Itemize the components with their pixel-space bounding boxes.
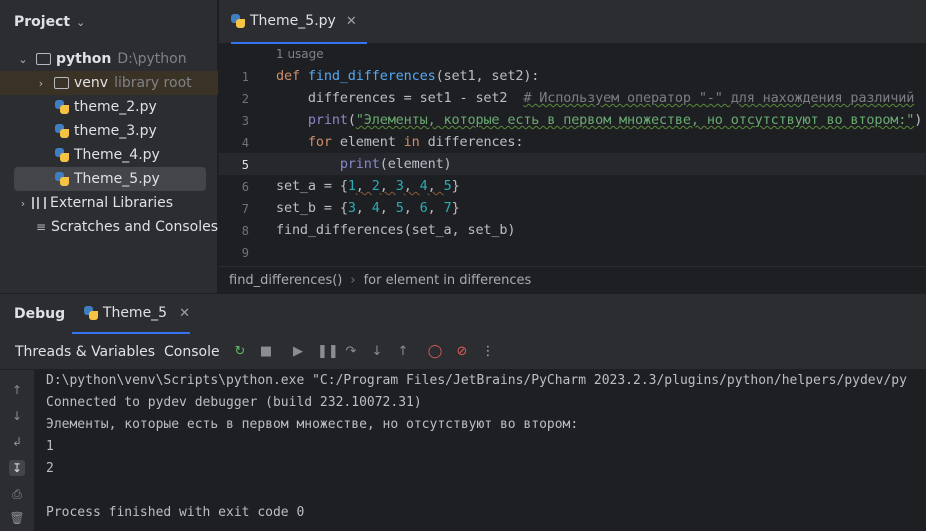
folder-icon: [36, 53, 51, 65]
code-line-2: differences = set1 - set2 # Используем о…: [276, 90, 915, 106]
trash-icon[interactable]: 🗑: [9, 510, 25, 526]
step-into-icon[interactable]: ↓: [369, 344, 385, 360]
debug-header: Debug Theme_5 ✕: [0, 294, 926, 334]
tree-item-external-libraries[interactable]: › External Libraries: [0, 191, 218, 215]
tree-item-label: theme_3.py: [74, 123, 157, 139]
pause-icon[interactable]: ❚❚: [317, 344, 339, 360]
tree-item-venv[interactable]: › venv library root: [0, 71, 218, 95]
chevron-down-icon[interactable]: ⌄: [76, 16, 85, 29]
close-icon[interactable]: ✕: [346, 14, 357, 29]
project-header[interactable]: Project ⌄: [0, 0, 217, 44]
line-number: 6: [241, 180, 249, 194]
line-number: 8: [241, 224, 249, 238]
breadcrumb-item[interactable]: find_differences(): [229, 273, 342, 288]
breadcrumb: find_differences() › for element in diff…: [219, 266, 926, 293]
python-file-icon: [55, 172, 69, 186]
editor-tab-bar: Theme_5.py ✕: [219, 0, 926, 44]
tree-item-label: venv: [74, 75, 109, 91]
python-file-icon: [231, 14, 245, 28]
step-out-icon[interactable]: ↑: [395, 344, 411, 360]
python-file-icon: [55, 100, 69, 114]
console-gutter: ↑ ↓ ↲ ↧ ⎙ 🗑: [0, 370, 34, 531]
usage-hint[interactable]: 1 usage: [276, 47, 324, 61]
tab-console[interactable]: Console: [164, 344, 220, 360]
debug-session-label: Theme_5: [102, 305, 168, 321]
code-line-8: find_differences(set_a, set_b): [276, 222, 516, 238]
editor-tab[interactable]: Theme_5.py ✕: [231, 0, 367, 44]
code-line-4: for element in differences:: [307, 134, 524, 150]
close-icon[interactable]: ✕: [179, 306, 190, 321]
tree-item-label: Scratches and Consoles: [51, 219, 218, 235]
tree-item-note: library root: [114, 75, 192, 91]
tree-item-scratches[interactable]: ≡ Scratches and Consoles: [0, 215, 218, 239]
code-line-5: print(element): [339, 156, 452, 172]
scroll-to-end-icon[interactable]: ↧: [9, 460, 25, 476]
code-editor[interactable]: 1 usage 1 2 3 4 5 6 7 8 9 def find_diffe…: [219, 44, 926, 266]
debug-session-tab[interactable]: Theme_5 ✕: [72, 294, 190, 334]
more-options-icon[interactable]: ⋮: [480, 344, 496, 360]
python-file-icon: [55, 148, 69, 162]
tree-item-label: External Libraries: [50, 195, 173, 211]
python-file-icon: [55, 124, 69, 138]
console-output[interactable]: D:\python\venv\Scripts\python.exe "C:/Pr…: [34, 370, 926, 531]
line-number: 7: [241, 202, 249, 216]
tree-item-file[interactable]: theme_3.py: [0, 119, 218, 143]
rerun-icon[interactable]: ↻: [232, 344, 248, 360]
breadcrumb-item[interactable]: for element in differences: [364, 273, 532, 288]
project-tool-window: Project ⌄ ⌄ python D:\python › venv libr…: [0, 0, 218, 293]
console-line: 1: [46, 439, 54, 454]
console-line: D:\python\venv\Scripts\python.exe "C:/Pr…: [46, 373, 907, 388]
print-icon[interactable]: ⎙: [9, 486, 25, 502]
chevron-down-icon[interactable]: ⌄: [16, 53, 30, 66]
folder-icon: [54, 77, 69, 89]
scratches-icon: ≡: [36, 220, 47, 234]
editor-tab-label: Theme_5.py: [250, 13, 336, 29]
up-arrow-icon[interactable]: ↑: [9, 382, 25, 398]
chevron-right-icon: ›: [350, 272, 356, 288]
console-line: Process finished with exit code 0: [46, 505, 305, 520]
tree-item-label: theme_2.py: [74, 99, 157, 115]
project-title: Project: [14, 14, 71, 30]
code-line-7: set_b = {3, 4, 5, 6, 7}: [276, 200, 460, 216]
stop-icon[interactable]: ■: [258, 344, 274, 360]
code-line-6: set_a = {1, 2, 3, 4, 5}: [276, 178, 460, 194]
console-line: Элементы, которые есть в первом множеств…: [46, 417, 579, 432]
line-number: 3: [241, 114, 249, 128]
line-number: 2: [241, 92, 249, 106]
tree-item-file[interactable]: theme_2.py: [0, 95, 218, 119]
chevron-right-icon[interactable]: ›: [16, 197, 30, 210]
tree-item-file-selected[interactable]: Theme_5.py: [14, 167, 206, 191]
line-number: 9: [241, 246, 249, 260]
line-number: 4: [241, 136, 249, 150]
console-line: 2: [46, 461, 54, 476]
resume-icon[interactable]: ▶: [290, 344, 306, 360]
tree-item-path: D:\python: [117, 51, 187, 67]
code-line-3: print("Элементы, которые есть в первом м…: [307, 112, 923, 128]
view-breakpoints-icon[interactable]: ◯: [427, 344, 443, 360]
console-line: Connected to pydev debugger (build 232.1…: [46, 395, 422, 410]
down-arrow-icon[interactable]: ↓: [9, 408, 25, 424]
python-file-icon: [84, 306, 98, 320]
soft-wrap-icon[interactable]: ↲: [9, 434, 25, 450]
chevron-right-icon[interactable]: ›: [34, 77, 48, 90]
mute-breakpoints-icon[interactable]: ⊘: [454, 344, 470, 360]
code-line-1: def find_differences(set1, set2):: [276, 68, 540, 84]
tab-threads-variables[interactable]: Threads & Variables: [15, 344, 155, 360]
library-icon: [32, 197, 46, 209]
debug-toolbar: Threads & Variables Console ↻ ■ ▶ ❚❚ ↷ ↓…: [0, 334, 926, 370]
tree-item-label: python: [56, 51, 112, 67]
line-number-current: 5: [241, 158, 249, 172]
debug-title: Debug: [14, 306, 66, 322]
tree-item-python[interactable]: ⌄ python D:\python: [0, 47, 218, 71]
line-number: 1: [241, 70, 249, 84]
tree-item-label: Theme_5.py: [74, 171, 160, 187]
debug-tool-window: Debug Theme_5 ✕ Threads & Variables Cons…: [0, 293, 926, 531]
tree-item-label: Theme_4.py: [74, 147, 160, 163]
tree-item-file[interactable]: Theme_4.py: [0, 143, 218, 167]
step-over-icon[interactable]: ↷: [343, 344, 359, 360]
